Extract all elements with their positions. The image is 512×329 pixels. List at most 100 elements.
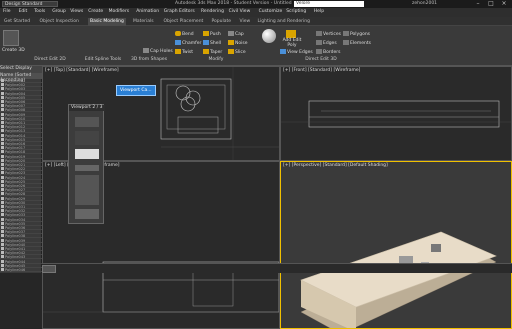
visibility-icon[interactable] [1, 238, 4, 242]
menu-item-edit[interactable]: Edit [19, 9, 28, 14]
visibility-icon[interactable] [1, 234, 4, 238]
visibility-icon[interactable] [1, 263, 4, 267]
menu-item-customize[interactable]: Customize [259, 9, 283, 14]
visibility-icon[interactable] [1, 133, 4, 137]
visibility-icon[interactable] [1, 221, 4, 225]
visibility-icon[interactable] [1, 226, 4, 229]
noise-button[interactable]: Noise [228, 40, 247, 46]
polygons-button[interactable]: Polygons [343, 31, 370, 37]
visibility-icon[interactable] [1, 167, 4, 171]
menu-item-help[interactable]: Help [314, 9, 324, 14]
visibility-icon[interactable] [1, 175, 4, 179]
viewport-caption-chip[interactable]: Viewport Ca... [116, 85, 156, 96]
visibility-icon[interactable] [1, 108, 4, 112]
maximize-icon[interactable]: □ [485, 0, 497, 8]
visibility-icon[interactable] [1, 87, 4, 91]
visibility-icon[interactable] [1, 142, 4, 145]
minimize-icon[interactable]: – [472, 0, 484, 8]
visibility-icon[interactable] [1, 259, 4, 263]
floating-panel[interactable]: Viewport 2 / 3 [68, 104, 105, 224]
search-input[interactable]: Velore [294, 1, 364, 7]
visibility-icon[interactable] [1, 79, 4, 82]
slice-button[interactable]: Slice [228, 49, 246, 55]
visibility-icon[interactable] [1, 213, 4, 217]
viewport-front[interactable]: [+] [Front] [Standard] [Wireframe] [280, 66, 512, 161]
bend-button[interactable]: Bend [175, 31, 194, 37]
visibility-icon[interactable] [1, 116, 4, 120]
vertices-button[interactable]: Vertices [316, 31, 341, 37]
edges-button[interactable]: Edges [316, 40, 337, 46]
visibility-icon[interactable] [1, 205, 4, 208]
menu-item-scripting[interactable]: Scripting [286, 9, 306, 14]
add-edit-poly-button[interactable]: Add Edit Poly [280, 38, 304, 48]
tab-object-inspection[interactable]: Object Inspection [38, 18, 81, 26]
create3d-button[interactable]: Create 3D [2, 48, 25, 53]
menu-item-file[interactable]: File [3, 9, 11, 14]
menu-item-civil-view[interactable]: Civil View [229, 9, 251, 14]
tab-object-placement[interactable]: Object Placement [162, 18, 206, 26]
cap-holes-button[interactable]: Cap Holes [143, 48, 173, 54]
visibility-icon[interactable] [1, 255, 4, 259]
visibility-icon[interactable] [1, 217, 4, 221]
menu-item-tools[interactable]: Tools [34, 9, 45, 14]
visibility-icon[interactable] [1, 163, 4, 166]
push-button[interactable]: Push [203, 31, 221, 37]
visibility-icon[interactable] [1, 125, 4, 129]
visibility-icon[interactable] [1, 158, 4, 162]
view-edges-button[interactable]: View Edges [280, 49, 313, 55]
sphere-icon[interactable] [262, 29, 276, 43]
tab-populate[interactable]: Populate [210, 18, 234, 26]
visibility-icon[interactable] [1, 242, 4, 246]
close-icon[interactable]: × [498, 0, 510, 8]
visibility-icon[interactable] [1, 209, 4, 213]
visibility-icon[interactable] [1, 247, 4, 250]
shell-button[interactable]: Shell [203, 40, 221, 46]
menu-item-views[interactable]: Views [70, 9, 83, 14]
menu-item-modifiers[interactable]: Modifiers [109, 9, 130, 14]
visibility-icon[interactable] [1, 112, 4, 116]
time-slider-handle[interactable] [42, 265, 56, 273]
cap-button[interactable]: Cap [228, 31, 244, 37]
menu-item-group[interactable]: Group [52, 9, 66, 14]
visibility-icon[interactable] [1, 171, 4, 175]
borders-button[interactable]: Borders [316, 49, 340, 55]
visibility-icon[interactable] [1, 196, 4, 200]
visibility-icon[interactable] [1, 146, 4, 150]
visibility-icon[interactable] [1, 91, 4, 95]
visibility-icon[interactable] [1, 129, 4, 133]
visibility-icon[interactable] [1, 137, 4, 141]
visibility-icon[interactable] [1, 200, 4, 204]
timeline[interactable] [42, 263, 512, 273]
visibility-icon[interactable] [1, 104, 4, 108]
tab-materials[interactable]: Materials [131, 18, 156, 26]
taper-button[interactable]: Taper [203, 49, 222, 55]
visibility-icon[interactable] [1, 154, 4, 158]
visibility-icon[interactable] [1, 121, 4, 124]
elements-button[interactable]: Elements [343, 40, 371, 46]
menu-item-graph-editors[interactable]: Graph Editors [164, 9, 195, 14]
tab-lighting-and-rendering[interactable]: Lighting and Rendering [256, 18, 313, 26]
visibility-icon[interactable] [1, 192, 4, 196]
visibility-icon[interactable] [1, 150, 4, 154]
visibility-icon[interactable] [1, 184, 4, 187]
visibility-icon[interactable] [1, 83, 4, 87]
visibility-icon[interactable] [1, 188, 4, 192]
visibility-icon[interactable] [1, 100, 4, 103]
chamfer-button[interactable]: Chamfer [175, 40, 201, 46]
menu-item-rendering[interactable]: Rendering [201, 9, 224, 14]
visibility-icon[interactable] [1, 268, 4, 271]
user-name[interactable]: zehon2001 [412, 1, 437, 6]
create3d-icon[interactable] [3, 30, 19, 46]
list-item[interactable]: Polyline046 [0, 268, 42, 272]
menu-item-animation[interactable]: Animation [136, 9, 159, 14]
visibility-icon[interactable] [1, 230, 4, 234]
workspace-dropdown[interactable]: Design Standard [2, 1, 58, 7]
scene-explorer-toolbar[interactable]: Select Display [0, 66, 42, 73]
visibility-icon[interactable] [1, 251, 4, 255]
twist-button[interactable]: Twist [175, 49, 193, 55]
menu-item-create[interactable]: Create [88, 9, 103, 14]
visibility-icon[interactable] [1, 95, 4, 99]
floating-panel-title[interactable]: Viewport 2 / 3 [69, 105, 105, 111]
tab-basic-modeling[interactable]: Basic Modeling [88, 18, 126, 26]
tab-get-started[interactable]: Get Started [2, 18, 32, 26]
